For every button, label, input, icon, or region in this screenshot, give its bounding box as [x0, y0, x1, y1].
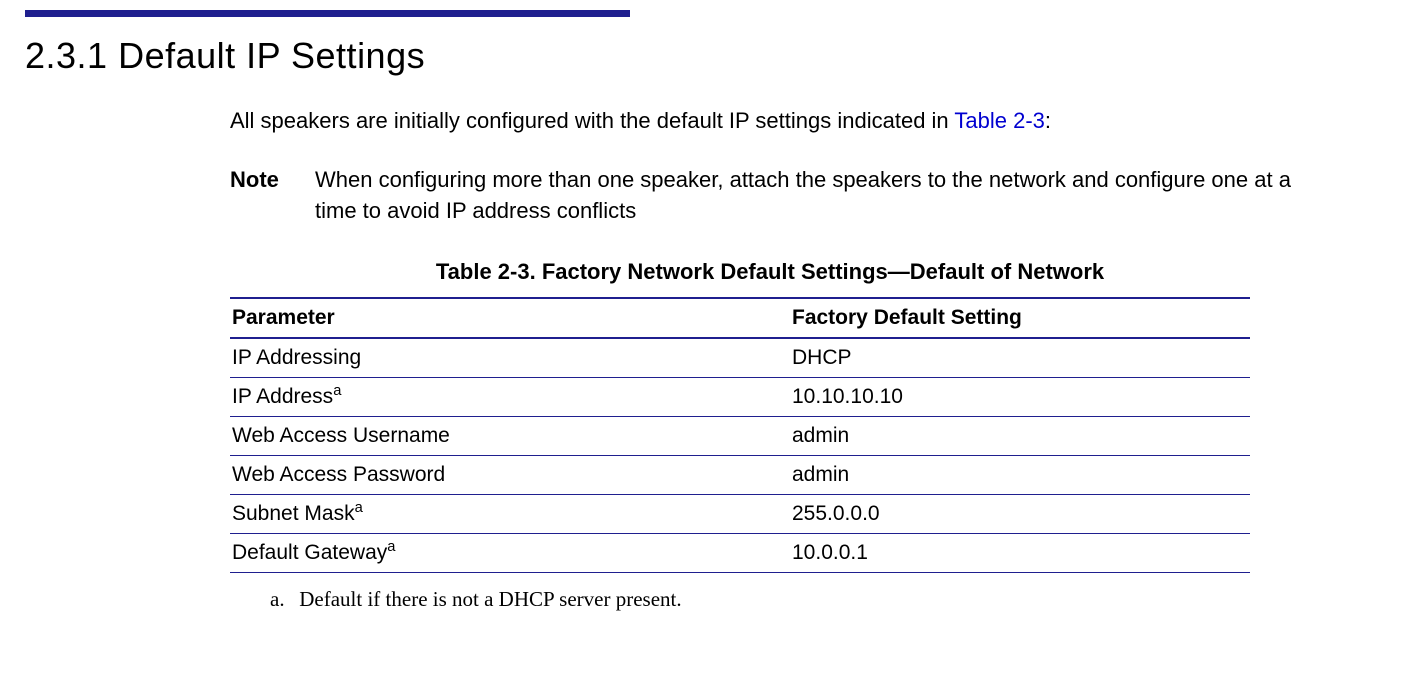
cell-param: IP Addressa [230, 378, 790, 417]
note-text: When configuring more than one speaker, … [315, 164, 1310, 228]
table-row: IP Addressa 10.10.10.10 [230, 378, 1250, 417]
cell-param: Subnet Maska [230, 495, 790, 534]
cell-param: Web Access Username [230, 417, 790, 456]
table-header-parameter: Parameter [230, 298, 790, 338]
cell-value: admin [790, 456, 1250, 495]
intro-text-before: All speakers are initially configured wi… [230, 108, 954, 133]
section-rule [25, 10, 630, 17]
table-row: Web Access Username admin [230, 417, 1250, 456]
table-caption: Table 2-3. Factory Network Default Setti… [230, 259, 1310, 285]
cell-param: IP Addressing [230, 338, 790, 378]
section-body: All speakers are initially configured wi… [230, 107, 1310, 612]
table-row: Subnet Maska 255.0.0.0 [230, 495, 1250, 534]
cell-value: DHCP [790, 338, 1250, 378]
cell-value: admin [790, 417, 1250, 456]
cell-param: Default Gatewaya [230, 534, 790, 573]
note-label: Note [230, 164, 315, 228]
intro-text-after: : [1045, 108, 1051, 133]
footnote-label: a. [270, 587, 294, 612]
cell-value: 10.0.0.1 [790, 534, 1250, 573]
table-header-row: Parameter Factory Default Setting [230, 298, 1250, 338]
note-block: Note When configuring more than one spea… [230, 164, 1310, 228]
table-footnote: a. Default if there is not a DHCP server… [270, 587, 1310, 612]
cell-value: 255.0.0.0 [790, 495, 1250, 534]
table-reference-link[interactable]: Table 2-3 [954, 108, 1045, 133]
section-title: Default IP Settings [118, 35, 425, 76]
footnote-text: Default if there is not a DHCP server pr… [299, 587, 681, 611]
table-row: Web Access Password admin [230, 456, 1250, 495]
table-header-value: Factory Default Setting [790, 298, 1250, 338]
section-number: 2.3.1 [25, 35, 108, 76]
table-row: Default Gatewaya 10.0.0.1 [230, 534, 1250, 573]
factory-defaults-table: Parameter Factory Default Setting IP Add… [230, 297, 1250, 573]
section-heading: 2.3.1 Default IP Settings [25, 35, 1381, 77]
intro-paragraph: All speakers are initially configured wi… [230, 107, 1310, 136]
cell-value: 10.10.10.10 [790, 378, 1250, 417]
table-row: IP Addressing DHCP [230, 338, 1250, 378]
cell-param: Web Access Password [230, 456, 790, 495]
document-page: 2.3.1 Default IP Settings All speakers a… [0, 0, 1406, 642]
